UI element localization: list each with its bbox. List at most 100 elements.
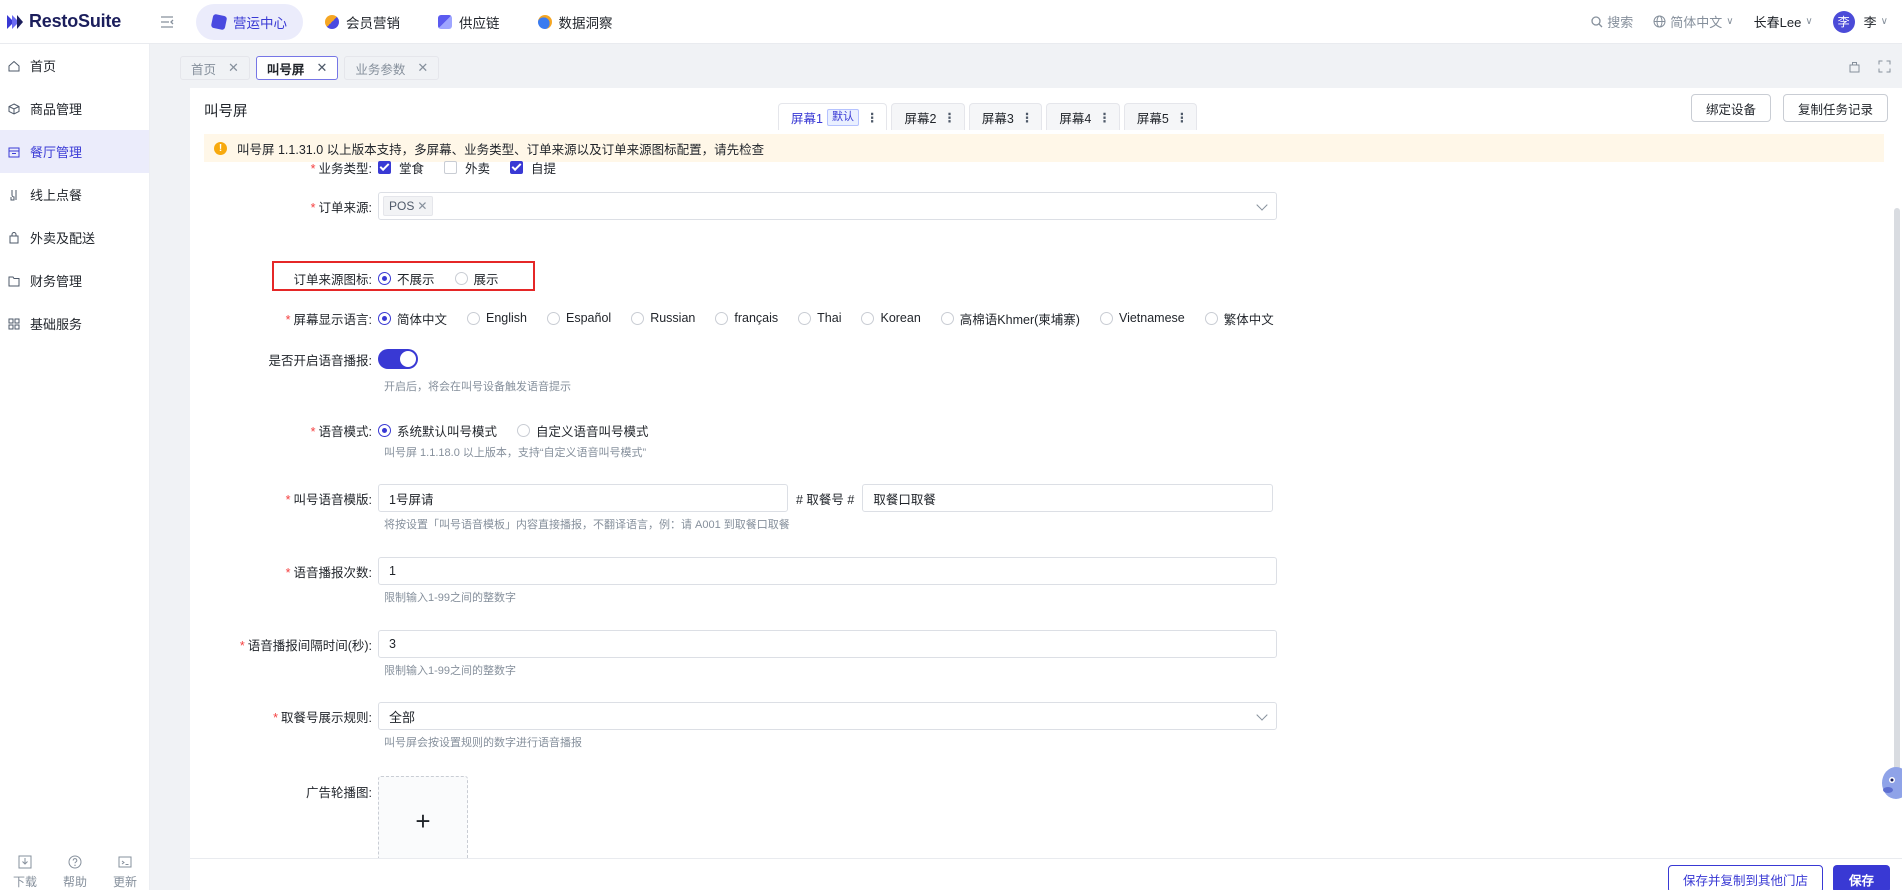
voice-mode-default[interactable]: 系统默认叫号模式 [378,421,497,440]
restosuite-logo-icon [6,13,24,31]
top-nav-member-marketing[interactable]: 会员营销 [309,4,416,40]
sidebar-item-finance[interactable]: 财务管理 [0,259,149,302]
language-switcher[interactable]: 简体中文 ∨ [1653,12,1734,31]
radio[interactable] [547,311,561,325]
radio[interactable] [467,311,481,325]
language-option[interactable]: Korean [861,311,921,325]
screen-tab-4[interactable]: 屏幕4 ⋮ [1046,103,1120,130]
top-nav-data-insight[interactable]: 数据洞察 [522,4,629,40]
tab-call-screen[interactable]: 叫号屏 ✕ [255,56,339,80]
tab-clear-icon[interactable] [1848,60,1862,74]
tab-label: 业务参数 [355,62,406,77]
sidebar-item-label: 商品管理 [30,102,83,117]
ad-carousel-label: 广告轮播图: [306,786,372,800]
radio[interactable] [940,311,954,325]
close-icon[interactable]: ✕ [316,60,327,76]
top-nav-supply-chain[interactable]: 供应链 [422,4,516,40]
scrollbar[interactable] [1894,208,1900,788]
tab-tools [1848,60,1892,74]
language-option[interactable]: English [467,311,527,325]
radio[interactable] [378,271,391,285]
voice-template-prefix-input[interactable]: 1号屏请 [378,484,788,512]
menu-collapse-icon[interactable] [158,13,176,31]
radio[interactable] [798,311,812,325]
pickup-rule-select[interactable]: 全部 [378,702,1277,730]
data-insight-icon [537,14,552,29]
sidebar-item-restaurant[interactable]: 餐厅管理 [0,130,149,173]
radio[interactable] [1099,311,1113,325]
more-icon[interactable]: ⋮ [1021,110,1034,125]
download-button[interactable]: 下载 [0,855,50,890]
language-option[interactable]: Vietnamese [1099,311,1185,325]
plus-icon: + [415,805,431,836]
page-tabs: 首页 ✕ 叫号屏 ✕ 业务参数 ✕ [180,50,1902,86]
global-search[interactable]: 搜索 [1591,12,1633,31]
radio[interactable] [631,311,645,325]
more-icon[interactable]: ⋮ [1176,110,1189,125]
more-icon[interactable]: ⋮ [866,110,879,125]
broadcast-times-input[interactable]: 1 [378,557,1277,585]
app-logo[interactable]: RestoSuite [0,11,150,32]
checkbox[interactable] [510,160,524,174]
voice-broadcast-toggle[interactable] [378,349,418,369]
tab-business-params[interactable]: 业务参数 ✕ [344,56,440,80]
checkbox[interactable] [378,160,391,174]
user-menu[interactable]: 李 李 ∨ [1832,10,1888,33]
sidebar-item-home[interactable]: 首页 [0,44,149,87]
business-type-takeout[interactable]: 外卖 [444,158,490,177]
order-source-icon-hide[interactable]: 不展示 [378,269,435,288]
sidebar-item-basic-service[interactable]: 基础服务 [0,302,149,345]
more-icon[interactable]: ⋮ [943,110,956,125]
radio[interactable] [517,423,531,437]
voice-mode-custom[interactable]: 自定义语音叫号模式 [517,421,649,440]
chevron-down-icon [1256,709,1268,721]
ad-upload-button[interactable]: + [378,776,468,866]
language-option[interactable]: 繁体中文 [1204,309,1274,328]
update-button[interactable]: 更新 [100,855,150,890]
save-and-copy-button[interactable]: 保存并复制到其他门店 [1667,865,1823,890]
online-order-icon [8,189,20,201]
screen-tab-5[interactable]: 屏幕5 ⋮ [1123,103,1198,130]
screen-tab-2[interactable]: 屏幕2 ⋮ [891,103,965,130]
fullscreen-icon[interactable] [1878,60,1892,74]
language-option[interactable]: Russian [631,311,695,325]
main-panel: 叫号屏 屏幕1 默认 ⋮ 屏幕2 ⋮ 屏幕3 ⋮ 屏幕4 ⋮ 屏幕5 ⋮ 绑定设… [190,88,1902,890]
radio[interactable] [454,271,468,285]
assistant-mascot-icon[interactable] [1876,760,1902,806]
store-switcher[interactable]: 长春Lee ∨ [1754,12,1813,31]
tab-home[interactable]: 首页 ✕ [180,56,250,80]
language-option[interactable]: Thai [798,311,841,325]
top-right-tools: 搜索 简体中文 ∨ 长春Lee ∨ 李 李 ∨ [1591,10,1902,33]
business-type-dine-in[interactable]: 堂食 [378,158,424,177]
order-source-select[interactable]: POS ✕ [378,192,1277,220]
business-type-pickup[interactable]: 自提 [510,158,556,177]
screen-tab-3[interactable]: 屏幕3 ⋮ [968,103,1043,130]
sidebar-item-label: 基础服务 [30,317,83,332]
radio[interactable] [378,423,391,437]
help-button[interactable]: 帮助 [50,855,100,890]
radio[interactable] [715,311,729,325]
radio[interactable] [1204,311,1218,325]
bind-device-button[interactable]: 绑定设备 [1690,94,1771,122]
language-option[interactable]: Español [547,311,611,325]
sidebar-item-online-order[interactable]: 线上点餐 [0,173,149,216]
sidebar-item-delivery[interactable]: 外卖及配送 [0,216,149,259]
language-option[interactable]: 高棉语Khmer(柬埔寨) [940,309,1080,328]
screen-tab-1[interactable]: 屏幕1 默认 ⋮ [778,103,888,130]
radio[interactable] [378,311,391,325]
copy-task-log-button[interactable]: 复制任务记录 [1782,94,1888,122]
order-source-icon-show[interactable]: 展示 [454,269,499,288]
language-option[interactable]: 简体中文 [378,309,447,328]
save-button[interactable]: 保存 [1832,865,1890,890]
close-icon[interactable]: ✕ [417,60,428,76]
tag-close-icon[interactable]: ✕ [417,199,427,213]
radio[interactable] [861,311,875,325]
top-nav-ops-center[interactable]: 营运中心 [196,3,303,40]
broadcast-interval-input[interactable]: 3 [378,630,1277,658]
more-icon[interactable]: ⋮ [1098,110,1111,125]
voice-template-suffix-input[interactable]: 取餐口取餐 [862,484,1274,512]
language-option[interactable]: français [715,311,778,325]
close-icon[interactable]: ✕ [228,60,239,76]
checkbox[interactable] [444,160,458,174]
sidebar-item-products[interactable]: 商品管理 [0,87,149,130]
